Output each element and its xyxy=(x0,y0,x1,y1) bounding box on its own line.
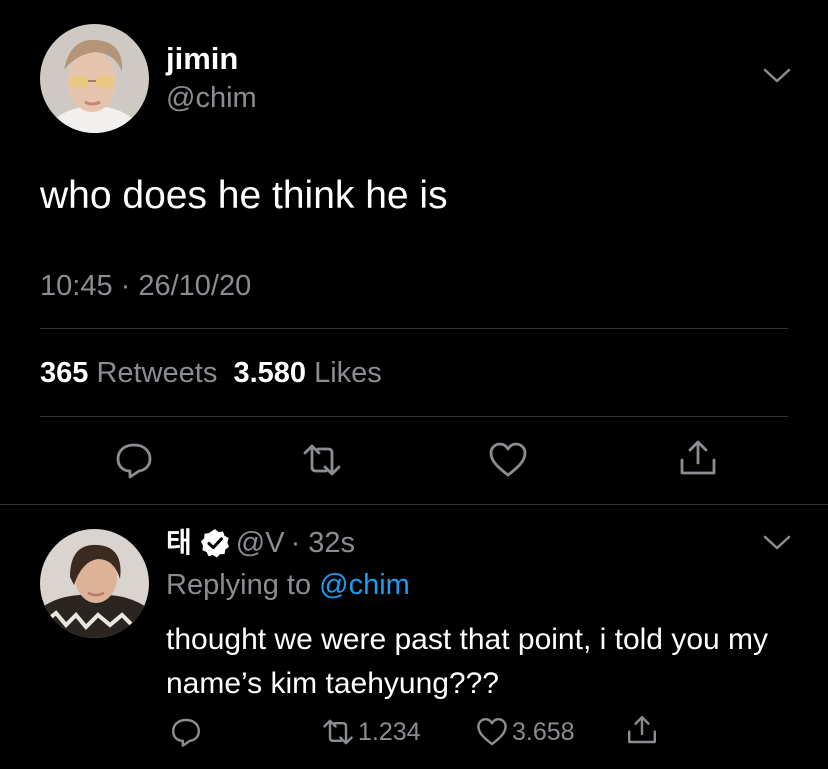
author-name[interactable]: jimin xyxy=(166,40,238,78)
share-icon[interactable] xyxy=(678,438,718,478)
avatar-jimin[interactable] xyxy=(40,24,149,133)
retweet-icon xyxy=(323,719,353,745)
chevron-down-icon[interactable] xyxy=(762,64,792,88)
reply-share-button[interactable] xyxy=(626,714,662,746)
reply-reply-button[interactable] xyxy=(170,716,206,748)
replying-prefix: Replying to xyxy=(166,569,312,601)
reply-retweet-count: 1.234 xyxy=(358,717,421,746)
replying-to: Replying to @chim xyxy=(166,566,410,604)
reply-text: thought we were past that point, i told … xyxy=(166,623,769,700)
tweet-stats: 365 Retweets 3.580 Likes xyxy=(40,354,382,392)
avatar-v[interactable] xyxy=(40,529,149,638)
reply-time[interactable]: · 32s xyxy=(291,524,355,562)
share-icon xyxy=(628,716,656,744)
reply-author-name[interactable]: 태 xyxy=(166,524,192,562)
divider xyxy=(40,328,788,329)
reply-header: 태 @V · 32s xyxy=(166,524,355,562)
author-handle[interactable]: @chim xyxy=(166,80,257,116)
retweets-label[interactable]: Retweets xyxy=(96,357,217,389)
heart-icon xyxy=(477,718,507,746)
divider xyxy=(0,504,828,505)
retweet-icon[interactable] xyxy=(302,440,342,480)
heart-icon[interactable] xyxy=(488,440,528,480)
reply-icon[interactable] xyxy=(114,440,154,480)
reply-like-button[interactable]: 3.658 xyxy=(476,716,575,748)
tweet-timestamp[interactable]: 10:45 · 26/10/20 xyxy=(40,268,251,304)
reply-like-count: 3.658 xyxy=(512,717,575,746)
verified-badge-icon xyxy=(200,529,229,558)
reply-retweet-button[interactable]: 1.234 xyxy=(322,716,421,748)
likes-label[interactable]: Likes xyxy=(314,357,382,389)
divider xyxy=(40,416,788,417)
retweets-count[interactable]: 365 xyxy=(40,357,88,389)
chevron-down-icon[interactable] xyxy=(762,531,792,555)
reply-icon xyxy=(172,718,200,747)
likes-count[interactable]: 3.580 xyxy=(233,357,306,389)
tweet-text: who does he think he is xyxy=(40,174,448,217)
replying-mention-link[interactable]: @chim xyxy=(319,569,410,601)
reply-author-handle[interactable]: @V xyxy=(236,524,285,562)
